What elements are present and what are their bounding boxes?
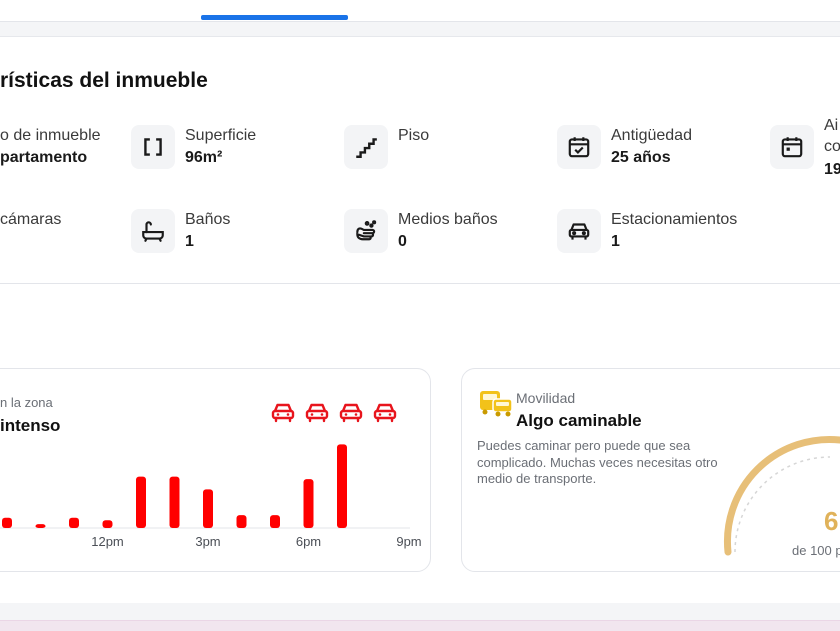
- chart-bar-6pm: [303, 479, 314, 528]
- chart-x-tick-label: 6pm: [296, 534, 321, 549]
- traffic-caption: n la zona: [0, 395, 53, 410]
- gauge-score: 6: [824, 506, 838, 536]
- bracket-area-icon: [131, 125, 175, 169]
- chart-bar-1pm: [136, 476, 146, 528]
- chart-x-tick-label: 12pm: [91, 534, 124, 549]
- chart-bar-5pm: [270, 515, 280, 528]
- feature-label: o de inmueble: [0, 127, 101, 144]
- traffic-car-icon: [305, 403, 329, 423]
- mobility-title: Algo caminable: [516, 411, 642, 430]
- traffic-car-icon: [271, 403, 295, 423]
- bathtub-icon: [131, 209, 175, 253]
- feature-label: Antigüedad: [611, 127, 692, 144]
- feature-value: partamento: [0, 149, 88, 166]
- traffic-car-icon: [373, 403, 397, 423]
- stairs-icon: [344, 125, 388, 169]
- car-icon: [557, 209, 601, 253]
- feature-label: Superficie: [185, 127, 257, 144]
- feature-label-line2: co: [824, 138, 840, 155]
- chart-x-tick-label: 9pm: [396, 534, 421, 549]
- chart-x-tick-label: 3pm: [195, 534, 220, 549]
- hand-wash-icon: [344, 209, 388, 253]
- feature-label: Medios baños: [398, 211, 498, 228]
- chart-bar-12pm: [102, 520, 113, 528]
- traffic-intensity-cars: [270, 400, 398, 424]
- feature-value: 19: [824, 161, 840, 178]
- chart-bar-4pm: [236, 515, 247, 528]
- calendar-check-icon: [557, 125, 601, 169]
- feature-value: 0: [398, 233, 407, 250]
- feature-value: 25 años: [611, 149, 671, 166]
- mobility-description: Puedes caminar pero puede que sea compli…: [477, 438, 718, 486]
- gauge-suffix: de 100 p: [792, 543, 840, 558]
- bus-car-icon: [480, 391, 513, 417]
- feature-label: cámaras: [0, 211, 62, 228]
- feature-label: Baños: [185, 211, 231, 228]
- chart-bar-11am: [69, 517, 79, 528]
- feature-label: Ai: [824, 117, 839, 134]
- feature-label: Piso: [398, 127, 430, 144]
- chart-bar-2pm: [169, 476, 180, 528]
- mobility-score-gauge: 6 de 100 p: [723, 435, 840, 558]
- chart-bar-9am: [2, 517, 12, 528]
- feature-value: 1: [611, 233, 620, 250]
- traffic-car-icon: [339, 403, 363, 423]
- gauge-track: [734, 456, 831, 553]
- section-divider: [0, 283, 840, 284]
- section-title: rísticas del inmueble: [0, 69, 208, 92]
- top-tab-bar: [0, 0, 840, 22]
- chart-bar-7pm: [337, 444, 347, 528]
- chart-bar-3pm: [203, 489, 213, 528]
- feature-label: Estacionamientos: [611, 211, 738, 228]
- feature-value: 1: [185, 233, 194, 250]
- active-tab-indicator: [201, 15, 348, 20]
- calendar-icon: [770, 125, 814, 169]
- mobility-category: Movilidad: [516, 390, 576, 406]
- feature-value: 96m²: [185, 149, 223, 166]
- chart-bar-10am: [35, 524, 46, 528]
- traffic-bar-chart: 12pm 3pm 6pm 9pm: [0, 444, 422, 549]
- bottom-section-strip: [0, 620, 840, 631]
